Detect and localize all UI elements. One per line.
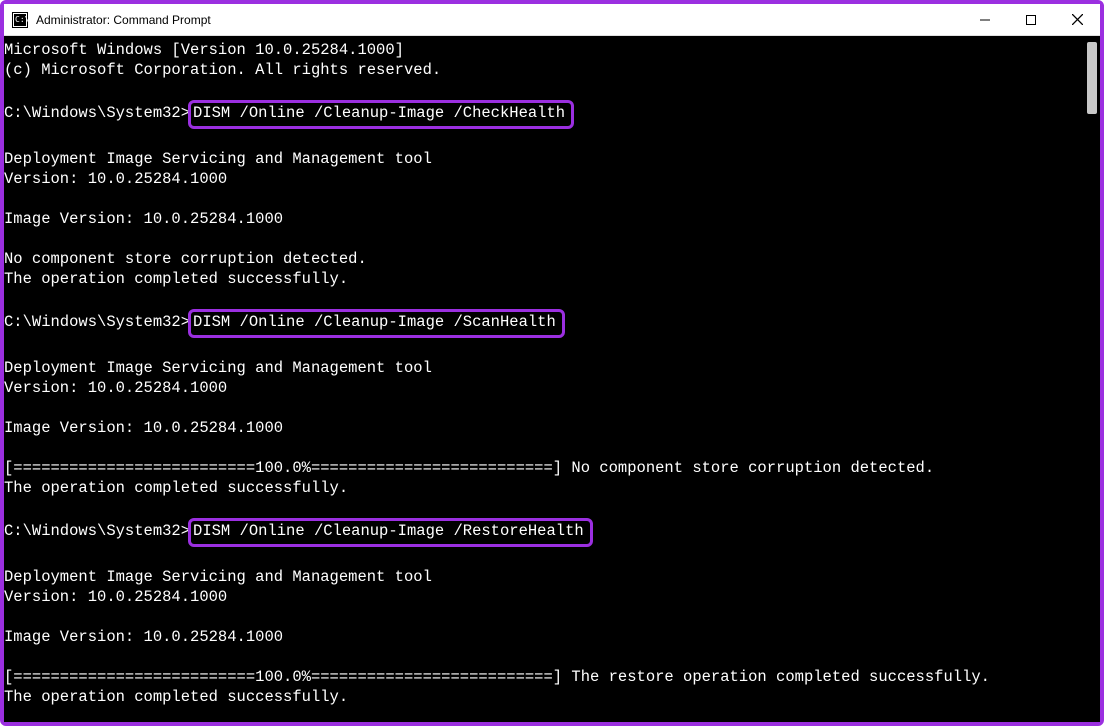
prompt: C:\Windows\System32> [4,104,190,122]
terminal-output: Microsoft Windows [Version 10.0.25284.10… [4,40,1082,722]
cmd-scanhealth: DISM /Online /Cleanup-Image /ScanHealth [193,313,556,331]
image-version: Image Version: 10.0.25284.1000 [4,628,283,646]
close-button[interactable] [1054,4,1100,36]
progress-result: No component store corruption detected. [571,459,934,477]
cmd-restorehealth: DISM /Online /Cleanup-Image /RestoreHeal… [193,522,584,540]
result-success: The operation completed successfully. [4,688,348,706]
app-window: C:\ Administrator: Command Prompt Micros… [0,0,1104,726]
highlight-checkhealth: DISM /Online /Cleanup-Image /CheckHealth [188,100,574,129]
highlight-scanhealth: DISM /Online /Cleanup-Image /ScanHealth [188,309,565,338]
progress-result: The restore operation completed successf… [571,668,990,686]
image-version: Image Version: 10.0.25284.1000 [4,210,283,228]
titlebar[interactable]: C:\ Administrator: Command Prompt [4,4,1100,36]
progress-bar: [==========================100.0%=======… [4,668,571,686]
prompt: C:\Windows\System32> [4,313,190,331]
tool-version: Version: 10.0.25284.1000 [4,379,227,397]
cmd-checkhealth: DISM /Online /Cleanup-Image /CheckHealth [193,104,565,122]
result-success: The operation completed successfully. [4,479,348,497]
tool-name: Deployment Image Servicing and Managemen… [4,568,432,586]
minimize-button[interactable] [962,4,1008,36]
tool-name: Deployment Image Servicing and Managemen… [4,359,432,377]
svg-text:C:\: C:\ [15,15,28,24]
progress-bar: [==========================100.0%=======… [4,459,571,477]
copyright: (c) Microsoft Corporation. All rights re… [4,61,441,79]
os-header: Microsoft Windows [Version 10.0.25284.10… [4,41,404,59]
prompt: C:\Windows\System32> [4,522,190,540]
window-title: Administrator: Command Prompt [36,13,962,27]
result-no-corruption: No component store corruption detected. [4,250,367,268]
highlight-restorehealth: DISM /Online /Cleanup-Image /RestoreHeal… [188,518,593,547]
maximize-button[interactable] [1008,4,1054,36]
tool-version: Version: 10.0.25284.1000 [4,588,227,606]
image-version: Image Version: 10.0.25284.1000 [4,419,283,437]
scrollbar-thumb[interactable] [1087,42,1097,114]
result-success: The operation completed successfully. [4,270,348,288]
tool-version: Version: 10.0.25284.1000 [4,170,227,188]
terminal-area[interactable]: Microsoft Windows [Version 10.0.25284.10… [4,36,1100,722]
tool-name: Deployment Image Servicing and Managemen… [4,150,432,168]
cmd-icon: C:\ [12,12,28,28]
